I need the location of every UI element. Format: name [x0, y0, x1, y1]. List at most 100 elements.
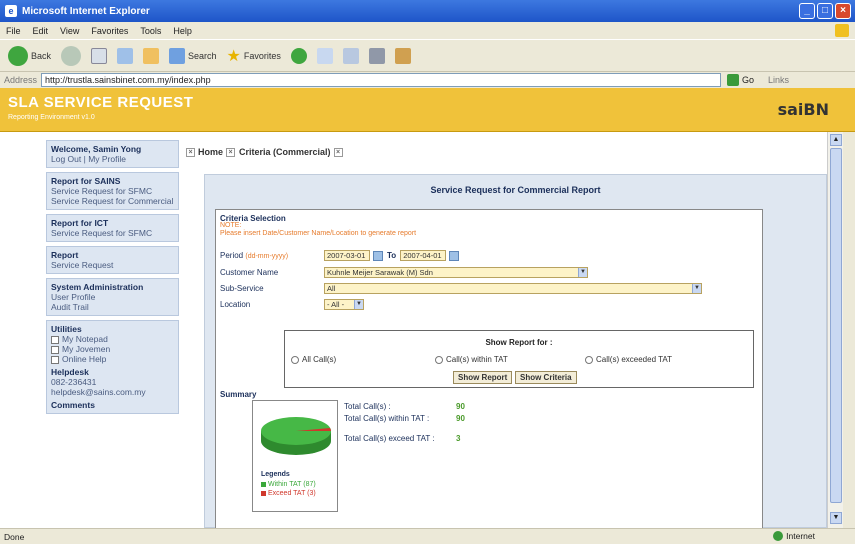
my-profile-link[interactable]: My Profile — [88, 154, 126, 164]
close-tab-icon[interactable]: × — [186, 147, 195, 157]
helpdesk-email[interactable]: helpdesk@sains.com.my — [51, 387, 174, 397]
menu-tools[interactable]: Tools — [140, 26, 161, 36]
calendar-icon[interactable] — [449, 250, 460, 261]
menu-file[interactable]: File — [6, 26, 21, 36]
jovemen-icon — [51, 345, 59, 354]
section-title: Utilities — [51, 324, 82, 334]
home-icon[interactable] — [143, 47, 160, 64]
close-button[interactable]: × — [835, 3, 851, 19]
stat-within-tat: Total Call(s) within TAT :90 — [344, 414, 465, 423]
forward-button[interactable] — [61, 45, 82, 66]
status-text: Done — [4, 531, 25, 542]
sub-service-row: Sub-Service All ▼ — [220, 283, 702, 294]
links-button[interactable]: Links — [768, 75, 789, 85]
sidebar-item-audit-trail[interactable]: Audit Trail — [51, 302, 174, 312]
helpdesk-phone: 082-236431 — [51, 377, 97, 387]
sidebar-section-report: Report Service Request — [46, 246, 179, 274]
company-logo: saiBN — [777, 100, 829, 119]
show-report-button[interactable]: Show Report — [453, 371, 513, 384]
search-icon — [169, 47, 186, 64]
helpdesk-title: Helpdesk — [51, 367, 89, 377]
sidebar-item-user-profile[interactable]: User Profile — [51, 292, 174, 302]
security-zone: Internet — [773, 531, 815, 541]
sidebar-item-online-help[interactable]: Online Help — [51, 354, 174, 364]
chevron-down-icon: ▼ — [692, 284, 701, 293]
stat-exceed-tat: Total Call(s) exceed TAT :3 — [344, 434, 461, 443]
globe-icon — [773, 531, 784, 541]
radio-icon — [291, 355, 299, 364]
menu-favorites[interactable]: Favorites — [91, 26, 128, 36]
legend: Legends Within TAT (87) Exceed TAT (3) — [261, 471, 316, 498]
sub-service-select[interactable]: All ▼ — [324, 283, 702, 294]
address-bar: Address http://trustla.sainsbinet.com.my… — [0, 71, 855, 88]
mail-icon[interactable] — [342, 47, 359, 64]
customer-row: Customer Name Kuhnle Meijer Sarawak (M) … — [220, 267, 588, 278]
notepad-icon — [51, 335, 59, 344]
logout-link[interactable]: Log Out | — [51, 154, 88, 164]
scroll-thumb[interactable] — [830, 148, 842, 503]
scroll-up-icon[interactable]: ▲ — [830, 134, 842, 146]
sidebar-item-sfmc[interactable]: Service Request for SFMC — [51, 186, 174, 196]
sidebar-section-sains: Report for SAINS Service Request for SFM… — [46, 172, 179, 210]
stop-icon[interactable] — [91, 47, 108, 64]
sidebar-item-notepad[interactable]: My Notepad — [51, 334, 174, 344]
comments-link[interactable]: Comments — [51, 400, 174, 410]
close-tab-icon[interactable]: × — [226, 147, 236, 157]
edit-icon[interactable] — [394, 47, 411, 64]
vertical-scrollbar[interactable]: ▲ ▼ — [827, 132, 843, 528]
minimize-button[interactable]: _ — [799, 3, 815, 19]
site-title: SLA SERVICE REQUEST — [8, 94, 194, 111]
customer-select[interactable]: Kuhnle Meijer Sarawak (M) Sdn ▼ — [324, 267, 588, 278]
window-controls: _ □ × — [799, 3, 851, 19]
site-subtitle: Reporting Environment v1.0 — [8, 114, 95, 121]
criteria-note: Please insert Date/Customer Name/Locatio… — [220, 230, 417, 237]
menu-help[interactable]: Help — [173, 26, 192, 36]
calendar-icon[interactable] — [373, 250, 383, 261]
go-button[interactable]: Go — [727, 74, 754, 86]
summary-pie-chart: Legends Within TAT (87) Exceed TAT (3) — [252, 400, 338, 512]
sidebar-item-commercial[interactable]: Service Request for Commercial — [51, 196, 174, 206]
sidebar-item-ict-sfmc[interactable]: Service Request for SFMC — [51, 228, 174, 238]
section-title: Report — [51, 250, 79, 260]
media-icon[interactable] — [290, 47, 307, 64]
welcome-box: Welcome, Samin Yong Log Out | My Profile — [46, 140, 179, 168]
sidebar-section-ict: Report for ICT Service Request for SFMC — [46, 214, 179, 242]
tab-criteria-commercial[interactable]: Criteria (Commercial) × — [239, 147, 343, 157]
radio-within-tat[interactable]: Call(s) within TAT — [435, 355, 508, 364]
pie-chart-svg — [261, 417, 331, 455]
maximize-button[interactable]: □ — [817, 3, 833, 19]
sidebar-item-jovemen[interactable]: My Jovemen — [51, 344, 174, 354]
menu-bar: File Edit View Favorites Tools Help — [0, 22, 855, 39]
sidebar-item-service-request[interactable]: Service Request — [51, 260, 174, 270]
period-to-input[interactable]: 2007-04-01 — [400, 250, 447, 261]
print-icon[interactable] — [368, 47, 385, 64]
period-from-input[interactable]: 2007-03-01 — [324, 250, 370, 261]
address-input[interactable]: http://trustla.sainsbinet.com.my/index.p… — [41, 73, 722, 87]
summary-heading: Summary — [220, 390, 257, 399]
back-arrow-icon — [8, 45, 28, 66]
history-icon[interactable] — [316, 47, 333, 64]
ie-icon: e — [5, 5, 17, 17]
show-criteria-button[interactable]: Show Criteria — [515, 371, 577, 384]
menu-view[interactable]: View — [60, 26, 79, 36]
windows-logo-icon — [835, 24, 849, 37]
location-row: Location - All - ▼ — [220, 299, 364, 310]
window-title: Microsoft Internet Explorer — [22, 5, 150, 17]
radio-all-calls[interactable]: All Call(s) — [291, 355, 336, 364]
scroll-down-icon[interactable]: ▼ — [830, 512, 842, 524]
menu-edit[interactable]: Edit — [33, 26, 49, 36]
close-tab-icon[interactable]: × — [333, 147, 343, 157]
legend-swatch — [261, 482, 266, 487]
search-button[interactable]: Search — [169, 47, 217, 64]
refresh-icon[interactable] — [117, 47, 134, 64]
location-select[interactable]: - All - ▼ — [324, 299, 364, 310]
window-titlebar: e Microsoft Internet Explorer _ □ × — [0, 0, 855, 22]
radio-exceeded-tat[interactable]: Call(s) exceeded TAT — [585, 355, 672, 364]
go-arrow-icon — [727, 74, 740, 86]
welcome-text: Welcome, Samin Yong — [51, 144, 142, 154]
favorites-button[interactable]: ★ Favorites — [227, 46, 281, 66]
back-button[interactable]: Back — [8, 45, 51, 66]
panel-title: Service Request for Commercial Report — [430, 185, 601, 195]
criteria-note-label: NOTE: — [220, 222, 242, 229]
tab-home[interactable]: × Home × — [186, 147, 236, 157]
